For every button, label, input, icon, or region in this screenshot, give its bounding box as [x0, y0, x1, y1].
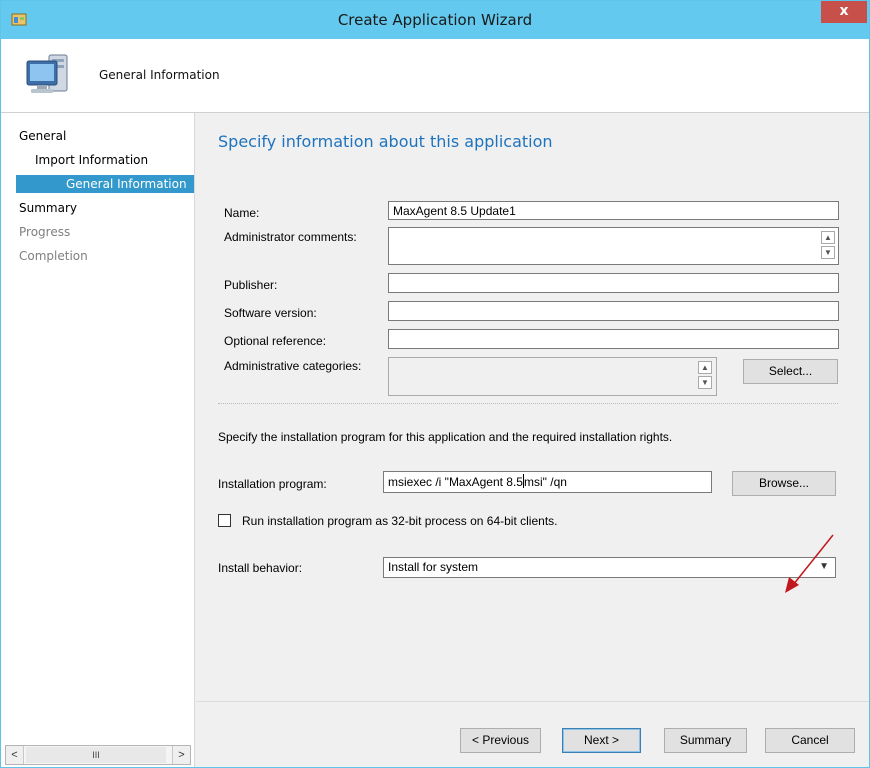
installation-program-text-before: msiexec /i "MaxAgent 8.5: [388, 475, 523, 489]
run-32bit-checkbox[interactable]: [218, 514, 231, 527]
install-behavior-label: Install behavior:: [218, 561, 303, 575]
header-title: General Information: [99, 68, 220, 82]
installation-program-label: Installation program:: [218, 477, 327, 491]
run-32bit-label[interactable]: Run installation program as 32-bit proce…: [242, 514, 558, 528]
administrative-categories-list: [388, 357, 717, 396]
nav-item-general-information[interactable]: General Information: [16, 175, 194, 193]
nav-item-import-information[interactable]: Import Information: [35, 153, 148, 167]
sidebar-horizontal-scrollbar[interactable]: < III >: [5, 745, 191, 765]
scroll-left-button[interactable]: <: [6, 746, 24, 764]
browse-button[interactable]: Browse...: [732, 471, 836, 496]
summary-button[interactable]: Summary: [664, 728, 747, 753]
name-input[interactable]: MaxAgent 8.5 Update1: [388, 201, 839, 220]
annotation-arrow-icon: [785, 534, 834, 593]
name-label: Name:: [224, 206, 259, 220]
nav-item-summary[interactable]: Summary: [19, 201, 77, 215]
administrator-comments-textarea[interactable]: [388, 227, 839, 265]
nav-item-progress: Progress: [19, 225, 71, 239]
administrator-comments-label: Administrator comments:: [224, 230, 357, 244]
installation-section-description: Specify the installation program for thi…: [218, 430, 673, 444]
name-label-text: Name:: [224, 206, 260, 220]
software-version-input[interactable]: [388, 301, 839, 321]
cancel-button[interactable]: Cancel: [765, 728, 855, 753]
scroll-right-button[interactable]: >: [172, 746, 190, 764]
optional-reference-input[interactable]: [388, 329, 839, 349]
installation-program-input[interactable]: msiexec /i "MaxAgent 8.5msi" /qn: [383, 471, 712, 493]
installation-program-text-after: msi" /qn: [523, 475, 567, 489]
section-divider: [218, 403, 838, 404]
install-behavior-select[interactable]: Install for system ▼: [383, 557, 836, 578]
next-button[interactable]: Next >: [562, 728, 641, 753]
window-title: Create Application Wizard: [337, 11, 533, 29]
close-button[interactable]: x: [821, 1, 867, 23]
scroll-up-icon[interactable]: ▲: [821, 231, 835, 244]
install-behavior-value: Install for system: [388, 560, 479, 574]
computer-icon: [26, 54, 68, 93]
publisher-input[interactable]: [388, 273, 839, 293]
page-heading: Specify information about this applicati…: [218, 132, 553, 151]
optional-reference-label: Optional reference:: [224, 334, 327, 348]
title-bar[interactable]: Create Application Wizard x: [1, 1, 869, 39]
scroll-down-icon[interactable]: ▼: [698, 376, 712, 389]
nav-item-general[interactable]: General: [19, 129, 66, 143]
wizard-header: General Information: [1, 39, 869, 113]
previous-button[interactable]: < Previous: [460, 728, 541, 753]
scroll-up-icon[interactable]: ▲: [698, 361, 712, 374]
administrative-categories-label: Administrative categories:: [224, 359, 362, 373]
scroll-thumb[interactable]: III: [26, 747, 166, 763]
select-button[interactable]: Select...: [743, 359, 838, 384]
nav-item-completion: Completion: [19, 249, 88, 263]
wizard-main-panel: Specify information about this applicati…: [196, 113, 869, 767]
software-version-label: Software version:: [224, 306, 317, 320]
wizard-window: Create Application Wizard x General Info…: [0, 0, 870, 768]
wizard-footer: < Previous Next > Summary Cancel: [196, 701, 869, 767]
publisher-label: Publisher:: [224, 278, 278, 292]
wizard-nav-sidebar: General Import Information General Infor…: [1, 113, 195, 767]
scroll-down-icon[interactable]: ▼: [821, 246, 835, 259]
